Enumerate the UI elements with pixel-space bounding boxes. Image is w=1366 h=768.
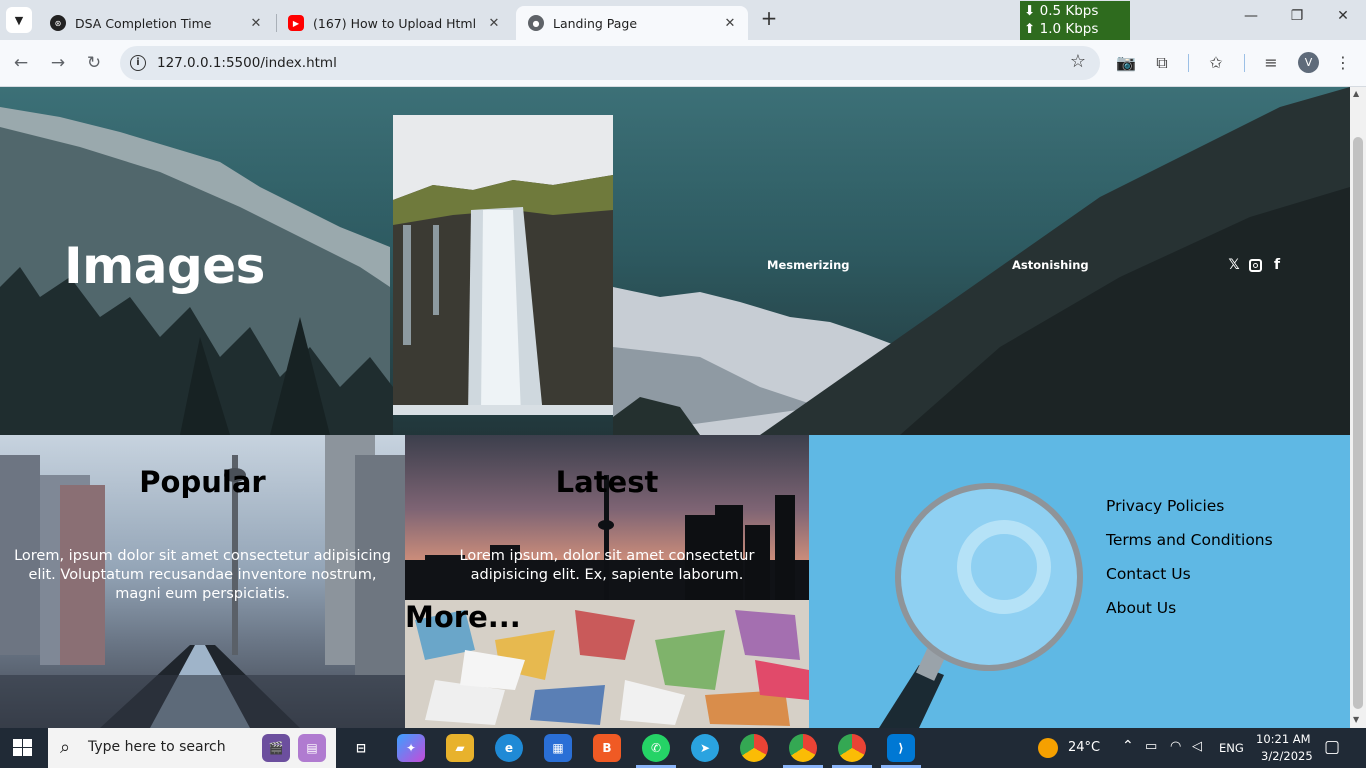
- back-button[interactable]: ←: [10, 52, 32, 74]
- chevron-down-icon: ▼: [14, 13, 24, 27]
- popular-card: Popular Lorem, ipsum dolor sit amet cons…: [0, 435, 405, 728]
- task-view-icon[interactable]: ⊟: [347, 734, 375, 762]
- clock-date[interactable]: 3/2/2025: [1261, 749, 1313, 763]
- footer-panel: Privacy Policies Terms and Conditions Co…: [809, 435, 1350, 728]
- link-contact-us[interactable]: Contact Us: [1106, 565, 1273, 584]
- link-terms-and-conditions[interactable]: Terms and Conditions: [1106, 531, 1273, 550]
- social-links: 𝕏 f: [1227, 257, 1284, 273]
- scroll-up-arrow-icon[interactable]: ▲: [1353, 89, 1359, 98]
- upload-arrow-icon: ⬆: [1024, 21, 1036, 37]
- extensions-icon[interactable]: ⧉: [1151, 52, 1173, 74]
- page-title: Images: [64, 237, 265, 295]
- notifications-icon[interactable]: ▢: [1324, 737, 1340, 757]
- page-viewport: Images Mesmerizing Astonishing 𝕏 f Popul…: [0, 87, 1350, 728]
- openai-icon: ⊛: [50, 15, 66, 31]
- instagram-icon[interactable]: [1249, 258, 1262, 272]
- net-speed-widget: ⬇ 0.5 Kbps ⬆ 1.0 Kbps: [1020, 1, 1130, 40]
- close-window-button[interactable]: ✕: [1320, 8, 1366, 32]
- volume-icon[interactable]: ◁: [1192, 739, 1202, 754]
- news-icon: ▤: [298, 734, 326, 762]
- address-bar[interactable]: i 127.0.0.1:5500/index.html ☆: [120, 46, 1100, 80]
- search-placeholder: Type here to search: [88, 739, 226, 755]
- tab-landing-page[interactable]: ● Landing Page ✕: [516, 6, 748, 40]
- link-privacy-policies[interactable]: Privacy Policies: [1106, 497, 1273, 516]
- windows-start-icon[interactable]: [13, 739, 33, 757]
- scrollbar-thumb[interactable]: [1353, 137, 1363, 709]
- site-info-icon[interactable]: i: [130, 55, 146, 71]
- toolbar: ← → ↻ i 127.0.0.1:5500/index.html ☆ 📷 ⧉ …: [0, 40, 1366, 87]
- wifi-icon[interactable]: ◠: [1170, 739, 1181, 754]
- toolbar-divider: [1244, 54, 1245, 72]
- page-scrollbar[interactable]: ▲ ▼: [1350, 87, 1366, 728]
- clock-time[interactable]: 10:21 AM: [1256, 732, 1311, 746]
- forward-button[interactable]: →: [47, 52, 69, 74]
- weather-sun-icon[interactable]: [1038, 738, 1058, 758]
- copilot-icon[interactable]: ✦: [397, 734, 425, 762]
- restore-button[interactable]: ❐: [1274, 8, 1320, 32]
- brave-icon[interactable]: B: [593, 734, 621, 762]
- menu-kebab-icon[interactable]: ⋮: [1332, 52, 1354, 74]
- favorites-icon[interactable]: ✩: [1205, 52, 1227, 74]
- more-heading[interactable]: More...: [405, 600, 521, 634]
- language-indicator[interactable]: ENG: [1219, 741, 1244, 755]
- media-control-icon[interactable]: ≡: [1260, 52, 1282, 74]
- tab-youtube[interactable]: ▶ (167) How to Upload Html File/ ✕: [276, 6, 512, 40]
- taskbar-search-box[interactable]: ⌕ Type here to search 🎬 ▤: [48, 728, 336, 768]
- scroll-down-arrow-icon[interactable]: ▼: [1353, 715, 1359, 724]
- url-text[interactable]: 127.0.0.1:5500/index.html: [157, 55, 337, 71]
- latest-heading: Latest: [555, 465, 659, 499]
- close-tab-icon[interactable]: ✕: [722, 16, 738, 31]
- tab-search-button[interactable]: ▼: [6, 7, 32, 33]
- latest-text: Lorem ipsum, dolor sit amet consectetur …: [459, 548, 755, 583]
- telegram-icon[interactable]: ➤: [691, 734, 719, 762]
- popular-text: Lorem, ipsum dolor sit amet consectetur …: [14, 548, 391, 602]
- footer-links: Privacy Policies Terms and Conditions Co…: [1106, 497, 1273, 633]
- globe-icon: ●: [528, 15, 544, 31]
- nav-link-mesmerizing[interactable]: Mesmerizing: [767, 258, 850, 272]
- whatsapp-icon[interactable]: ✆: [642, 734, 670, 762]
- close-tab-icon[interactable]: ✕: [248, 16, 264, 31]
- new-tab-button[interactable]: +: [758, 8, 780, 30]
- tray-chevron-up-icon[interactable]: ⌃: [1122, 738, 1134, 754]
- weather-temp[interactable]: 24°C: [1068, 740, 1100, 755]
- popular-heading: Popular: [139, 465, 266, 499]
- search-icon: ⌕: [60, 737, 71, 758]
- windows-taskbar: ⌕ Type here to search 🎬 ▤ ⊟ ✦ ▰ e ▦ B ✆ …: [0, 728, 1366, 768]
- chrome-profile-icon[interactable]: [838, 734, 866, 762]
- waterfall-image: [393, 115, 613, 415]
- close-tab-icon[interactable]: ✕: [486, 16, 502, 31]
- tab-strip: ▼ ⊛ DSA Completion Time ✕ ▶ (167) How to…: [0, 0, 1366, 40]
- reload-button[interactable]: ↻: [83, 52, 105, 74]
- vscode-icon[interactable]: ⟩: [887, 734, 915, 762]
- x-icon[interactable]: 𝕏: [1227, 257, 1241, 273]
- edge-icon[interactable]: e: [495, 734, 523, 762]
- chrome-profile-icon[interactable]: [789, 734, 817, 762]
- nav-link-astonishing[interactable]: Astonishing: [1012, 258, 1089, 272]
- more-card[interactable]: More...: [405, 600, 809, 728]
- youtube-icon: ▶: [288, 15, 304, 31]
- bookmark-star-icon[interactable]: ☆: [1070, 51, 1086, 72]
- facebook-icon[interactable]: f: [1270, 257, 1284, 273]
- download-arrow-icon: ⬇: [1024, 3, 1036, 19]
- file-explorer-icon[interactable]: ▰: [446, 734, 474, 762]
- battery-icon[interactable]: ▭: [1145, 739, 1157, 754]
- clapper-icon: 🎬: [262, 734, 290, 762]
- store-icon[interactable]: ▦: [544, 734, 572, 762]
- latest-card: Latest Lorem ipsum, dolor sit amet conse…: [405, 435, 809, 600]
- hero-section: Images Mesmerizing Astonishing 𝕏 f: [0, 87, 1350, 435]
- camera-icon[interactable]: 📷: [1115, 52, 1137, 74]
- minimize-button[interactable]: —: [1228, 8, 1274, 32]
- link-about-us[interactable]: About Us: [1106, 599, 1273, 618]
- chrome-icon[interactable]: [740, 734, 768, 762]
- avatar[interactable]: V: [1298, 52, 1319, 73]
- toolbar-divider: [1188, 54, 1189, 72]
- tab-dsa-completion[interactable]: ⊛ DSA Completion Time ✕: [38, 6, 274, 40]
